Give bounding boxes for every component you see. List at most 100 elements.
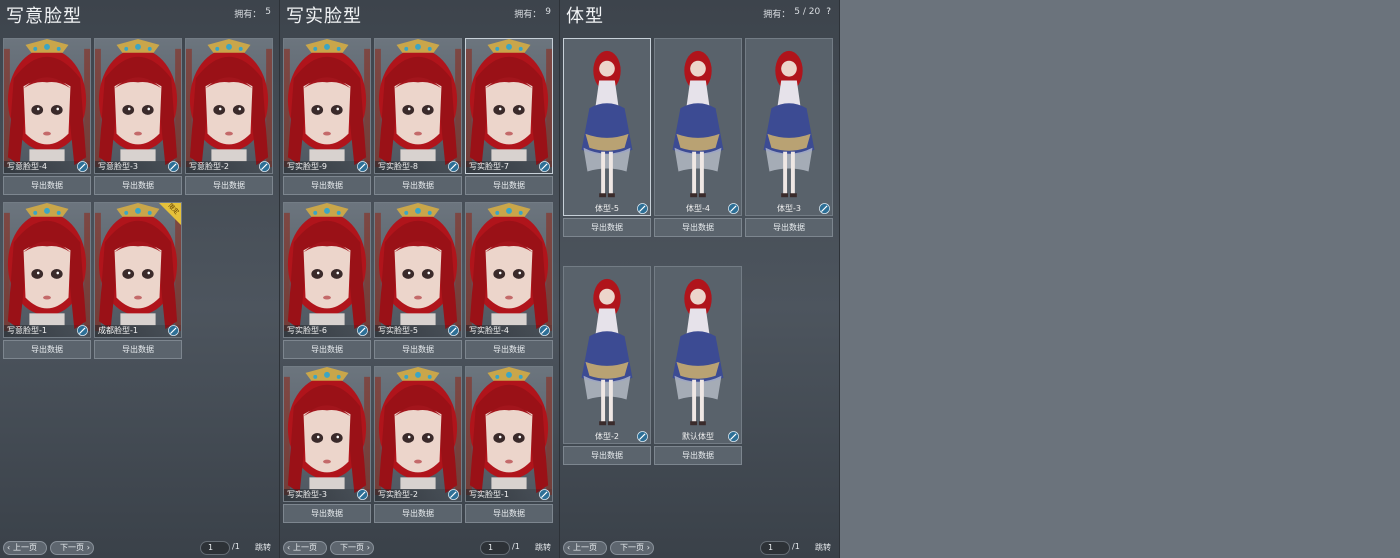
- brush-icon[interactable]: [357, 161, 368, 172]
- export-data-button[interactable]: 导出数据: [283, 340, 371, 359]
- page-total: /1: [792, 542, 800, 551]
- owned-label: 拥有：: [514, 10, 542, 20]
- export-data-button[interactable]: 导出数据: [374, 504, 462, 523]
- jump-button[interactable]: 跳转: [255, 541, 275, 555]
- face-preview-image: [284, 39, 370, 173]
- brush-icon[interactable]: [168, 161, 179, 172]
- brush-icon[interactable]: [357, 489, 368, 500]
- next-page-button[interactable]: 下一页: [50, 541, 94, 555]
- next-page-button[interactable]: 下一页: [610, 541, 654, 555]
- owned-value: 5 / 20: [794, 7, 821, 17]
- owned-value: 5: [265, 7, 271, 17]
- prev-page-button[interactable]: 上一页: [283, 541, 327, 555]
- brush-icon[interactable]: [448, 325, 459, 336]
- prev-page-button[interactable]: 上一页: [563, 541, 607, 555]
- brush-icon[interactable]: [259, 161, 270, 172]
- owned-label: 拥有：: [234, 10, 262, 20]
- face-preview-image: [284, 367, 370, 501]
- body-preview-image: [655, 267, 741, 443]
- brush-icon[interactable]: [728, 203, 739, 214]
- brush-icon[interactable]: [539, 489, 550, 500]
- face-card[interactable]: 写实脸型-3: [283, 366, 371, 502]
- brush-icon[interactable]: [357, 325, 368, 336]
- body-type-card[interactable]: 体型-5: [563, 38, 651, 216]
- body-type-card[interactable]: 默认体型: [654, 266, 742, 444]
- owned-count: 拥有： 5: [234, 7, 271, 20]
- export-data-button[interactable]: 导出数据: [374, 340, 462, 359]
- face-preview-image: [375, 367, 461, 501]
- export-data-button[interactable]: 导出数据: [283, 504, 371, 523]
- face-preview-image: [95, 39, 181, 173]
- face-card[interactable]: 写实脸型-1: [465, 366, 553, 502]
- brush-icon[interactable]: [637, 203, 648, 214]
- panel-title: 体型: [566, 6, 604, 27]
- help-icon[interactable]: ?: [826, 7, 831, 20]
- export-data-button[interactable]: 导出数据: [563, 446, 651, 465]
- brush-icon[interactable]: [448, 161, 459, 172]
- body-preview-image: [564, 267, 650, 443]
- page-input[interactable]: 1: [480, 541, 510, 555]
- face-card[interactable]: 写实脸型-9: [283, 38, 371, 174]
- face-card[interactable]: 写意脸型-1: [3, 202, 91, 338]
- pager: 上一页 下一页 1 /1 跳转: [283, 541, 555, 555]
- face-preview-image: [375, 203, 461, 337]
- export-data-button[interactable]: 导出数据: [283, 176, 371, 195]
- body-preview-image: [655, 39, 741, 215]
- face-card[interactable]: 写意脸型-3: [94, 38, 182, 174]
- export-data-button[interactable]: 导出数据: [94, 340, 182, 359]
- face-card[interactable]: 写实脸型-7: [465, 38, 553, 174]
- owned-label: 拥有：: [763, 10, 791, 20]
- export-data-button[interactable]: 导出数据: [94, 176, 182, 195]
- body-type-card[interactable]: 体型-3: [745, 38, 833, 216]
- export-data-button[interactable]: 导出数据: [465, 340, 553, 359]
- limited-badge: 限定: [159, 203, 181, 225]
- face-preview-image: [4, 39, 90, 173]
- export-data-button[interactable]: 导出数据: [374, 176, 462, 195]
- prev-page-button[interactable]: 上一页: [3, 541, 47, 555]
- face-preview-image: [186, 39, 272, 173]
- face-preview-image: [284, 203, 370, 337]
- brush-icon[interactable]: [539, 325, 550, 336]
- face-card[interactable]: 写实脸型-5: [374, 202, 462, 338]
- stylized-face-panel: 写意脸型 拥有： 5 上一页 下一页 1 /1 跳转 写意脸型-4: [0, 0, 280, 558]
- export-data-button[interactable]: 导出数据: [3, 176, 91, 195]
- face-card[interactable]: 写实脸型-4: [465, 202, 553, 338]
- brush-icon[interactable]: [539, 161, 550, 172]
- export-data-button[interactable]: 导出数据: [465, 176, 553, 195]
- page-total: /1: [512, 542, 520, 551]
- face-card[interactable]: 写实脸型-8: [374, 38, 462, 174]
- brush-icon[interactable]: [77, 325, 88, 336]
- body-type-card[interactable]: 体型-4: [654, 38, 742, 216]
- face-card[interactable]: 写实脸型-2: [374, 366, 462, 502]
- page-input[interactable]: 1: [200, 541, 230, 555]
- brush-icon[interactable]: [819, 203, 830, 214]
- export-data-button[interactable]: 导出数据: [563, 218, 651, 237]
- brush-icon[interactable]: [637, 431, 648, 442]
- export-data-button[interactable]: 导出数据: [745, 218, 833, 237]
- body-preview-image: [746, 39, 832, 215]
- face-preview-image: [4, 203, 90, 337]
- pager: 上一页 下一页 1 /1 跳转: [3, 541, 275, 555]
- page-input[interactable]: 1: [760, 541, 790, 555]
- face-card[interactable]: 成都脸型-1 限定: [94, 202, 182, 338]
- page-total: /1: [232, 542, 240, 551]
- export-data-button[interactable]: 导出数据: [654, 446, 742, 465]
- export-data-button[interactable]: 导出数据: [654, 218, 742, 237]
- face-card[interactable]: 写意脸型-4: [3, 38, 91, 174]
- jump-button[interactable]: 跳转: [815, 541, 835, 555]
- body-type-panel: 体型 拥有： 5 / 20 ? 上一页 下一页 1 /1 跳转 体型-5 导出数…: [560, 0, 840, 558]
- next-page-button[interactable]: 下一页: [330, 541, 374, 555]
- owned-value: 9: [545, 7, 551, 17]
- owned-count: 拥有： 9: [514, 7, 551, 20]
- brush-icon[interactable]: [448, 489, 459, 500]
- export-data-button[interactable]: 导出数据: [465, 504, 553, 523]
- brush-icon[interactable]: [77, 161, 88, 172]
- body-type-card[interactable]: 体型-2: [563, 266, 651, 444]
- brush-icon[interactable]: [168, 325, 179, 336]
- face-card[interactable]: 写实脸型-6: [283, 202, 371, 338]
- face-card[interactable]: 写意脸型-2: [185, 38, 273, 174]
- export-data-button[interactable]: 导出数据: [3, 340, 91, 359]
- export-data-button[interactable]: 导出数据: [185, 176, 273, 195]
- brush-icon[interactable]: [728, 431, 739, 442]
- jump-button[interactable]: 跳转: [535, 541, 555, 555]
